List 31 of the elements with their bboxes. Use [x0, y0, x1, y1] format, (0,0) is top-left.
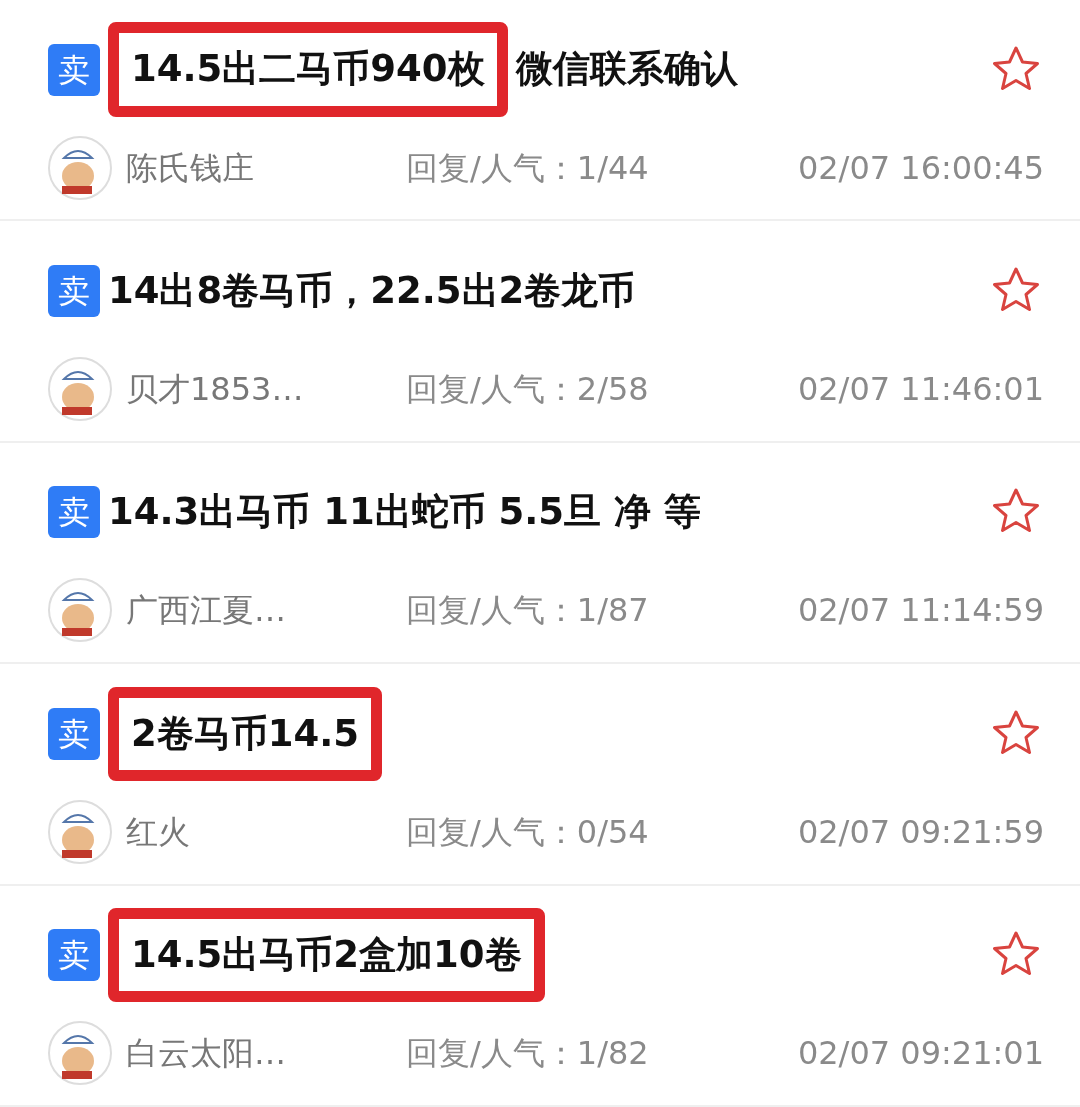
reply-count: 回复/人气：1/87: [406, 590, 649, 632]
highlighted-title[interactable]: 14.5出二马币940枚: [108, 22, 508, 117]
avatar-icon: [48, 578, 112, 643]
avatar-icon: [48, 135, 112, 200]
highlighted-title[interactable]: 2卷马币14.5: [108, 686, 383, 782]
author-name[interactable]: 陈氏钱庄: [126, 143, 406, 192]
reply-count: 回复/人气：1/82: [406, 1033, 649, 1075]
author-name[interactable]: 白云太阳…: [126, 1029, 406, 1078]
sell-tag: 卖: [48, 265, 100, 318]
post-time: 02/07 09:21:59: [797, 811, 1044, 853]
avatar-icon: [48, 357, 112, 422]
post-time: 02/07 16:00:45: [797, 147, 1044, 189]
post-title[interactable]: 微信联系确认: [515, 47, 738, 92]
sell-tag: 卖: [48, 707, 100, 760]
reply-count: 回复/人气：1/44: [406, 147, 649, 189]
sell-tag: 卖: [48, 43, 100, 96]
post-time: 02/07 11:14:59: [797, 590, 1044, 632]
post-title[interactable]: 14.3出马币 11出蛇币 5.5旦 净 等: [108, 490, 701, 535]
post-time: 02/07 09:21:01: [797, 1033, 1044, 1075]
reply-count: 回复/人气：2/58: [406, 369, 649, 411]
highlighted-title[interactable]: 14.5出马币2盒加10卷: [108, 908, 545, 1003]
post-time: 02/07 11:46:01: [797, 369, 1044, 411]
author-name[interactable]: 贝才1853…: [126, 365, 406, 414]
avatar-icon: [48, 799, 112, 864]
author-name[interactable]: 广西江夏…: [126, 586, 406, 635]
author-name[interactable]: 红火: [126, 807, 406, 856]
sell-tag: 卖: [48, 486, 100, 539]
sell-tag: 卖: [48, 929, 100, 982]
post-title[interactable]: 14出8卷马币，22.5出2卷龙币: [108, 268, 636, 314]
avatar-icon: [48, 1021, 112, 1086]
reply-count: 回复/人气：0/54: [406, 811, 649, 853]
